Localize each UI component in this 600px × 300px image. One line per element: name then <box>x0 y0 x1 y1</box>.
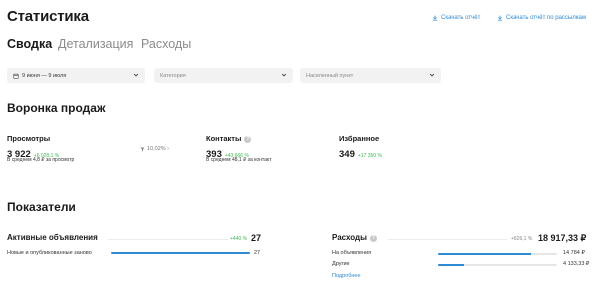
active-ads-delta: +440 % <box>230 236 248 242</box>
other-expenses-bar <box>438 264 557 266</box>
date-range-select[interactable]: 9 июня — 9 июля <box>7 68 145 83</box>
funnel-icon <box>140 147 145 151</box>
tab-summary[interactable]: Сводка <box>7 37 52 51</box>
calendar-icon <box>13 73 19 79</box>
ads-expenses-bar-fill <box>438 253 531 255</box>
favorites-metric: 349 +17 350 % <box>339 144 382 162</box>
ads-expenses-label: На объявления <box>332 250 372 256</box>
category-select[interactable]: Категория <box>154 68 293 83</box>
expenses-label-text: Расходы <box>332 233 367 242</box>
favorites-value: 349 <box>339 149 355 160</box>
download-report-label: Скачать отчёт <box>441 15 481 21</box>
new-ads-bar-fill <box>111 252 250 254</box>
other-expenses-label: Другие <box>332 261 350 267</box>
expenses-label: Расходы? <box>332 233 377 242</box>
active-ads-label: Активные объявления <box>7 233 98 242</box>
expenses-value: 18 917,33 ₽ <box>538 233 587 243</box>
page-title: Статистика <box>7 8 89 25</box>
download-icon <box>497 15 503 21</box>
favorites-label: Избранное <box>339 134 380 143</box>
chevron-down-icon <box>133 73 139 77</box>
info-icon[interactable]: ? <box>369 235 377 242</box>
more-details-link[interactable]: Подробнее <box>332 273 361 279</box>
active-ads-value: 27 <box>251 233 262 243</box>
views-label: Просмотры <box>7 134 51 143</box>
location-placeholder: Населенный пункт <box>306 72 354 79</box>
download-report-link[interactable]: Скачать отчёт <box>432 15 480 21</box>
date-range-value: 9 июня — 9 июля <box>22 72 67 79</box>
views-average: В среднем 4,8 ₽ за просмотр <box>7 157 75 163</box>
conversion-value: 10,02% › <box>147 146 170 152</box>
chevron-down-icon <box>281 73 287 77</box>
category-placeholder: Категория <box>160 72 186 79</box>
download-mail-report-label: Скачать отчёт по рассылкам <box>506 15 586 21</box>
location-select[interactable]: Населенный пункт <box>300 68 441 83</box>
download-mail-report-link[interactable]: Скачать отчёт по рассылкам <box>497 15 586 21</box>
conversion-rate[interactable]: 10,02% › <box>140 146 169 152</box>
new-ads-value: 27 <box>254 250 261 256</box>
expenses-delta: +826,1 % <box>511 236 533 242</box>
other-expenses-value: 4 133,33 ₽ <box>563 261 590 267</box>
indicators-title: Показатели <box>7 200 76 214</box>
chevron-down-icon <box>429 73 435 77</box>
tab-details[interactable]: Детализация <box>58 37 133 51</box>
ads-expenses-value: 14 784 ₽ <box>563 250 585 256</box>
other-expenses-bar-fill <box>438 264 465 266</box>
contacts-label-text: Контакты <box>206 134 242 143</box>
ads-expenses-bar <box>438 253 557 255</box>
favorites-delta: +17 350 % <box>357 153 382 159</box>
new-ads-label: Новые и опубликованные заново <box>7 250 92 256</box>
info-icon[interactable]: ? <box>244 136 252 143</box>
funnel-title: Воронка продаж <box>7 101 106 115</box>
expenses-divider <box>388 239 508 240</box>
download-icon <box>432 15 438 21</box>
tab-expenses[interactable]: Расходы <box>141 37 191 51</box>
contacts-label: Контакты? <box>206 134 252 143</box>
new-ads-bar <box>111 252 250 254</box>
contacts-average: В среднем 48,1 ₽ за контакт <box>206 157 272 163</box>
active-ads-divider <box>108 239 228 240</box>
